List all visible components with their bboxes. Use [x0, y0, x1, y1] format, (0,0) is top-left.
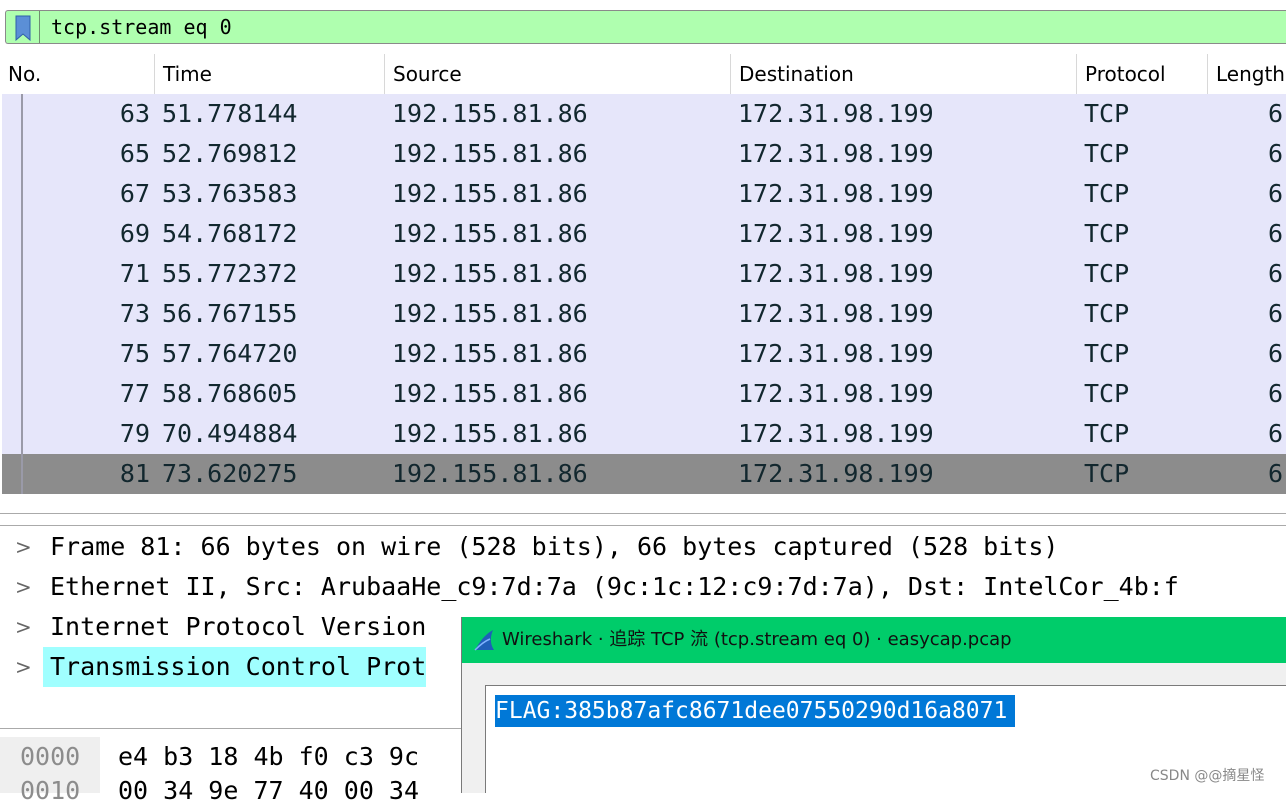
packet-time: 51.778144: [162, 99, 298, 128]
conversation-line: [21, 94, 23, 494]
packet-destination: 172.31.98.199: [738, 219, 934, 248]
packet-no: 81: [119, 459, 150, 488]
column-length[interactable]: Length: [1208, 54, 1286, 94]
packet-no: 69: [119, 219, 150, 248]
packet-length: 6: [1268, 139, 1284, 168]
sort-ascending-icon: ^: [549, 54, 561, 64]
packet-source: 192.155.81.86: [392, 339, 588, 368]
byte-offset: 0010: [20, 776, 81, 805]
bookmark-icon: [15, 15, 31, 41]
packet-time: 53.763583: [162, 179, 298, 208]
packet-protocol: TCP: [1084, 459, 1130, 488]
dialog-title: Wireshark · 追踪 TCP 流 (tcp.stream eq 0) ·…: [502, 629, 1012, 650]
packet-time: 73.620275: [162, 459, 298, 488]
packet-source: 192.155.81.86: [392, 419, 588, 448]
packet-source: 192.155.81.86: [392, 99, 588, 128]
packet-time: 54.768172: [162, 219, 298, 248]
packet-destination: 172.31.98.199: [738, 259, 934, 288]
packet-protocol: TCP: [1084, 299, 1130, 328]
packet-protocol: TCP: [1084, 99, 1130, 128]
packet-no: 77: [119, 379, 150, 408]
detail-frame[interactable]: > Frame 81: 66 bytes on wire (528 bits),…: [0, 527, 1286, 567]
packet-row[interactable]: 71 55.772372 192.155.81.86 172.31.98.199 TCP…: [2, 254, 1286, 294]
column-protocol[interactable]: Protocol: [1077, 54, 1208, 94]
packet-length: 6: [1268, 299, 1284, 328]
column-time[interactable]: Time: [155, 54, 385, 94]
packet-row[interactable]: 73 56.767155 192.155.81.86 172.31.98.199 TCP…: [2, 294, 1286, 334]
filter-input[interactable]: tcp.stream eq 0: [51, 14, 232, 40]
packet-no: 65: [119, 139, 150, 168]
packet-destination: 172.31.98.199: [738, 179, 934, 208]
column-no[interactable]: No.: [0, 54, 155, 94]
packet-row[interactable]: 65 52.769812 192.155.81.86 172.31.98.199 TCP…: [2, 134, 1286, 174]
pane-divider: [0, 525, 1286, 526]
packet-time: 56.767155: [162, 299, 298, 328]
chevron-right-icon[interactable]: >: [15, 567, 32, 607]
packet-list-header: No. Time Source ^ Destination Protocol L…: [0, 54, 1286, 94]
packet-source: 192.155.81.86: [392, 299, 588, 328]
packet-destination: 172.31.98.199: [738, 339, 934, 368]
packet-length: 6: [1268, 419, 1284, 448]
packet-no: 79: [119, 419, 150, 448]
packet-destination: 172.31.98.199: [738, 99, 934, 128]
packet-row[interactable]: 67 53.763583 192.155.81.86 172.31.98.199 TCP…: [2, 174, 1286, 214]
packet-source: 192.155.81.86: [392, 259, 588, 288]
packet-destination: 172.31.98.199: [738, 299, 934, 328]
packet-row-selected[interactable]: 81 73.620275 192.155.81.86 172.31.98.199 TCP…: [2, 454, 1286, 494]
packet-length: 6: [1268, 379, 1284, 408]
detail-ethernet[interactable]: > Ethernet II, Src: ArubaaHe_c9:7d:7a (9…: [0, 567, 1286, 607]
packet-no: 75: [119, 339, 150, 368]
packet-source: 192.155.81.86: [392, 139, 588, 168]
packet-source: 192.155.81.86: [392, 379, 588, 408]
packet-destination: 172.31.98.199: [738, 419, 934, 448]
chevron-right-icon[interactable]: >: [15, 647, 32, 687]
bookmark-button[interactable]: [6, 11, 40, 43]
wireshark-fin-icon: [474, 630, 494, 651]
selected-flag-text[interactable]: FLAG:385b87afc8671dee07550290d16a8071: [495, 695, 1016, 727]
chevron-right-icon[interactable]: >: [15, 527, 32, 567]
packet-protocol: TCP: [1084, 379, 1130, 408]
packet-row[interactable]: 75 57.764720 192.155.81.86 172.31.98.199 TCP…: [2, 334, 1286, 374]
packet-row[interactable]: 79 70.494884 192.155.81.86 172.31.98.199 TCP…: [2, 414, 1286, 454]
packet-time: 55.772372: [162, 259, 298, 288]
packet-protocol: TCP: [1084, 259, 1130, 288]
pane-divider[interactable]: [0, 513, 1286, 514]
watermark: CSDN @@摘星怪: [1150, 768, 1265, 784]
packet-length: 6: [1268, 219, 1284, 248]
byte-hex[interactable]: 00 34 9e 77 40 00 34: [118, 771, 419, 811]
packet-no: 71: [119, 259, 150, 288]
packet-row[interactable]: 77 58.768605 192.155.81.86 172.31.98.199 TCP…: [2, 374, 1286, 414]
packet-no: 63: [119, 99, 150, 128]
packet-protocol: TCP: [1084, 219, 1130, 248]
packet-protocol: TCP: [1084, 419, 1130, 448]
packet-row[interactable]: 63 51.778144 192.155.81.86 172.31.98.199 TCP…: [2, 94, 1286, 134]
packet-destination: 172.31.98.199: [738, 139, 934, 168]
column-destination[interactable]: Destination: [731, 54, 1077, 94]
packet-length: 6: [1268, 259, 1284, 288]
packet-time: 57.764720: [162, 339, 298, 368]
packet-source: 192.155.81.86: [392, 179, 588, 208]
packet-length: 6: [1268, 179, 1284, 208]
packet-source: 192.155.81.86: [392, 459, 588, 488]
packet-no: 67: [119, 179, 150, 208]
packet-no: 73: [119, 299, 150, 328]
packet-time: 70.494884: [162, 419, 298, 448]
packet-length: 6: [1268, 459, 1284, 488]
packet-destination: 172.31.98.199: [738, 459, 934, 488]
dialog-title-bar[interactable]: Wireshark · 追踪 TCP 流 (tcp.stream eq 0) ·…: [462, 617, 1286, 663]
display-filter-bar[interactable]: tcp.stream eq 0: [5, 10, 1286, 44]
packet-protocol: TCP: [1084, 139, 1130, 168]
packet-row[interactable]: 69 54.768172 192.155.81.86 172.31.98.199 TCP…: [2, 214, 1286, 254]
packet-protocol: TCP: [1084, 179, 1130, 208]
packet-time: 52.769812: [162, 139, 298, 168]
packet-source: 192.155.81.86: [392, 219, 588, 248]
chevron-right-icon[interactable]: >: [15, 607, 32, 647]
packet-list[interactable]: No. Time Source ^ Destination Protocol L…: [0, 54, 1286, 494]
packet-length: 6: [1268, 99, 1284, 128]
packet-destination: 172.31.98.199: [738, 379, 934, 408]
packet-time: 58.768605: [162, 379, 298, 408]
packet-protocol: TCP: [1084, 339, 1130, 368]
packet-length: 6: [1268, 339, 1284, 368]
